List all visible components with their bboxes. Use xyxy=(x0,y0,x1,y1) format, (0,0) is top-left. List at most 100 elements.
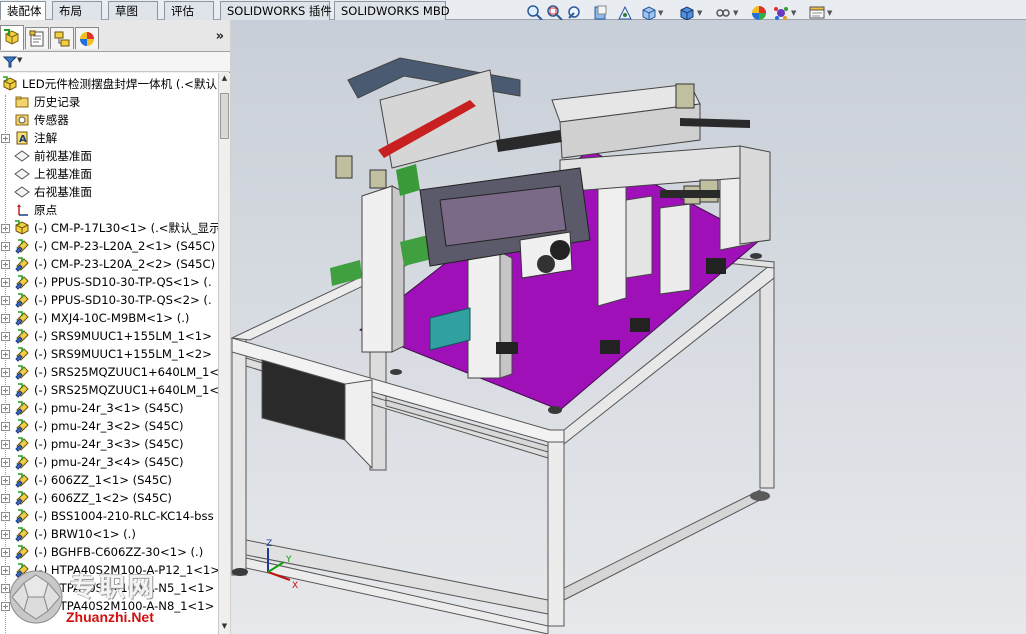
part-icon xyxy=(15,347,29,362)
tree-item[interactable]: + A 注解 xyxy=(0,129,218,147)
part-icon xyxy=(15,311,29,326)
tree-item[interactable]: + (-) SRS25MQZUUC1+640LM_1< xyxy=(0,381,218,399)
tree-item[interactable]: + (-) MXJ4-10C-M9BM<1> (.) xyxy=(0,309,218,327)
tab-solidworks-mbd[interactable]: SOLIDWORKS MBD xyxy=(334,1,450,20)
tree-item-label: 右视基准面 xyxy=(34,185,92,199)
part-icon xyxy=(15,257,29,272)
part-icon xyxy=(15,383,29,398)
tree-scrollbar[interactable]: ▲ ▼ xyxy=(218,73,230,634)
tree-item[interactable]: + (-) SRS9MUUC1+155LM_1<1> xyxy=(0,327,218,345)
plane-icon xyxy=(14,150,30,162)
part-icon xyxy=(15,545,29,560)
tree-item[interactable]: 右视基准面 xyxy=(0,183,218,201)
tree-item[interactable]: + (-) pmu-24r_3<1> (S45C) xyxy=(0,399,218,417)
tree-item[interactable]: + (-) PPUS-SD10-30-TP-QS<1> (. xyxy=(0,273,218,291)
tree-item-label: 前视基准面 xyxy=(34,149,92,163)
tab-featuremanager[interactable] xyxy=(0,25,24,50)
watermark-logo-icon xyxy=(9,570,63,624)
tree-item[interactable]: 上视基准面 xyxy=(0,165,218,183)
tree-item[interactable]: + (-) 606ZZ_1<1> (S45C) xyxy=(0,471,218,489)
part-icon xyxy=(15,509,29,524)
svg-text:A: A xyxy=(19,134,27,145)
tree-item[interactable]: + (-) pmu-24r_3<3> (S45C) xyxy=(0,435,218,453)
tree-item[interactable]: + (-) CM-P-23-L20A_2<2> (S45C) xyxy=(0,255,218,273)
tree-item[interactable]: 前视基准面 xyxy=(0,147,218,165)
tree-item[interactable]: + (-) SRS25MQZUUC1+640LM_1< xyxy=(0,363,218,381)
history-folder-icon xyxy=(15,96,29,108)
displaymanager-icon xyxy=(80,32,94,46)
tree-root-item[interactable]: LED元件检测摆盘封焊一体机 (.<默认 xyxy=(0,75,218,93)
tree-item[interactable]: + (-) pmu-24r_3<2> (S45C) xyxy=(0,417,218,435)
part-icon xyxy=(15,455,29,470)
tree-item-label: (-) SRS25MQZUUC1+640LM_1< xyxy=(34,383,218,397)
part-icon xyxy=(15,437,29,452)
part-icon xyxy=(15,365,29,380)
tree-connector-line xyxy=(5,95,6,634)
graphics-area[interactable]: Z Y X xyxy=(231,20,1026,634)
filter-icon[interactable] xyxy=(3,55,17,69)
tree-item-label: (-) MXJ4-10C-M9BM<1> (.) xyxy=(34,311,190,325)
tree-item-label: (-) CM-P-23-L20A_2<2> (S45C) xyxy=(34,257,216,271)
tree-item[interactable]: + (-) pmu-24r_3<4> (S45C) xyxy=(0,453,218,471)
display-style-caret[interactable]: ▼ xyxy=(697,10,704,17)
tree-item[interactable]: 原点 xyxy=(0,201,218,219)
tree-item-label: 传感器 xyxy=(34,113,69,127)
sensor-icon xyxy=(15,114,29,126)
panel-more-button[interactable]: » xyxy=(216,29,224,44)
triad-z-label: Z xyxy=(266,539,272,549)
annotation-icon: A xyxy=(16,131,28,145)
tree-item-label: 注解 xyxy=(34,131,58,145)
tree-item-label: (-) pmu-24r_3<2> (S45C) xyxy=(34,419,184,433)
tree-item[interactable]: 历史记录 xyxy=(0,93,218,111)
tree-item[interactable]: + (-) BSS1004-210-RLC-KC14-bss xyxy=(0,507,218,525)
origin-icon xyxy=(17,204,28,216)
tree-item[interactable]: + (-) BRW10<1> (.) xyxy=(0,525,218,543)
tree-item[interactable]: + (-) CM-P-23-L20A_2<1> (S45C) xyxy=(0,237,218,255)
tree-item-label: (-) SRS9MUUC1+155LM_1<1> xyxy=(34,329,212,343)
tree-item-label: (-) BGHFB-C606ZZ-30<1> (.) xyxy=(34,545,204,559)
featuremanager-panel: » ▼ LED元件检测摆盘封焊一体机 (.<默认 历史记录 传感器 + A 注解 前视基准面… xyxy=(0,20,230,634)
tab-solidworks-addins[interactable]: SOLIDWORKS 插件 xyxy=(220,1,332,20)
tree-item-label: (-) pmu-24r_3<4> (S45C) xyxy=(34,455,184,469)
watermark-en-text: Zhuanzhi.Net xyxy=(66,609,154,625)
part-icon xyxy=(15,473,29,488)
apply-scene-caret[interactable]: ▼ xyxy=(791,10,798,17)
part-icon xyxy=(15,329,29,344)
tree-item[interactable]: + (-) PPUS-SD10-30-TP-QS<2> (. xyxy=(0,291,218,309)
part-icon xyxy=(15,527,29,542)
part-icon xyxy=(15,293,29,308)
filter-caret-icon[interactable]: ▼ xyxy=(17,56,22,64)
scroll-down-arrow-icon[interactable]: ▼ xyxy=(220,621,229,631)
tab-propertymanager[interactable] xyxy=(25,27,49,49)
machine-assembly-model[interactable]: Z Y X xyxy=(231,20,1026,634)
featuremanager-tree-icon xyxy=(4,29,19,45)
triad-y-label: Y xyxy=(285,555,292,565)
tree-item[interactable]: + (-) SRS9MUUC1+155LM_1<2> xyxy=(0,345,218,363)
view-settings-caret[interactable]: ▼ xyxy=(827,10,834,17)
tree-item-label: (-) pmu-24r_3<3> (S45C) xyxy=(34,437,184,451)
tree-item[interactable]: 传感器 xyxy=(0,111,218,129)
view-orientation-caret[interactable]: ▼ xyxy=(658,10,665,17)
part-icon xyxy=(15,491,29,506)
hide-show-caret[interactable]: ▼ xyxy=(733,10,740,17)
part-icon xyxy=(15,275,29,290)
triad-x-label: X xyxy=(292,581,298,591)
configurationmanager-icon xyxy=(54,31,70,47)
tree-filter-bar: ▼ xyxy=(0,52,230,72)
tab-assembly[interactable]: 装配体 xyxy=(0,1,46,21)
tree-item[interactable]: + (-) BGHFB-C606ZZ-30<1> (.) xyxy=(0,543,218,561)
scroll-up-arrow-icon[interactable]: ▲ xyxy=(220,73,229,83)
scrollbar-thumb[interactable] xyxy=(220,93,229,139)
assembly-icon xyxy=(15,220,29,235)
part-icon xyxy=(15,419,29,434)
tree-item-label: 原点 xyxy=(34,203,58,217)
tab-displaymanager[interactable] xyxy=(75,27,99,49)
tab-sketch[interactable]: 草图 xyxy=(108,1,158,20)
tab-configurationmanager[interactable] xyxy=(50,27,74,49)
tree-item[interactable]: + (-) 606ZZ_1<2> (S45C) xyxy=(0,489,218,507)
tab-evaluate[interactable]: 评估 xyxy=(164,1,214,20)
tab-layout[interactable]: 布局 xyxy=(52,1,102,20)
tree-item[interactable]: + (-) CM-P-17L30<1> (.<默认_显示 xyxy=(0,219,218,237)
tree-item-label: (-) CM-P-23-L20A_2<1> (S45C) xyxy=(34,239,216,253)
tree-item-label: 上视基准面 xyxy=(34,167,92,181)
